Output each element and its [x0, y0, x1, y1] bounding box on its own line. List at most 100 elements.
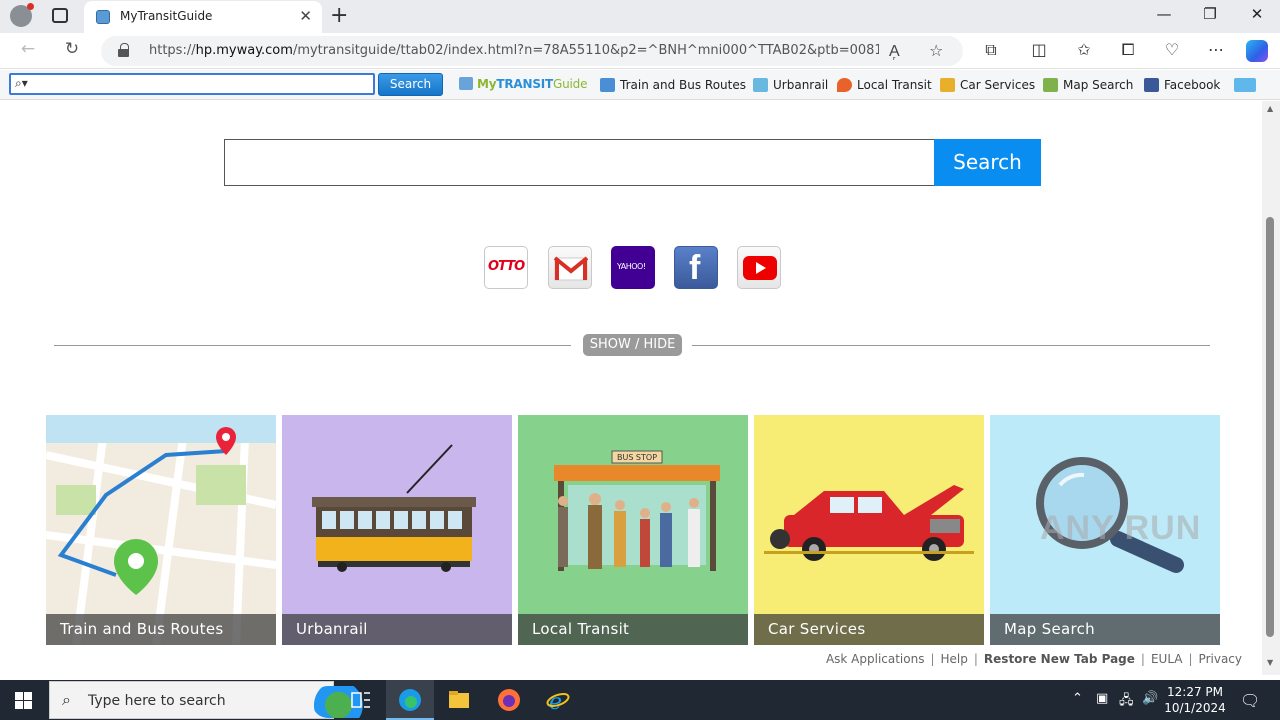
tile-train-bus-routes[interactable]: Train and Bus Routes: [46, 415, 276, 645]
toolbar-link-train-bus-routes[interactable]: Train and Bus Routes: [600, 78, 746, 92]
restore-icon[interactable]: ❐: [1187, 5, 1233, 23]
tram-illustration: [282, 415, 512, 645]
system-clock[interactable]: 12:27 PM 10/1/2024: [1160, 684, 1230, 716]
main-search-input[interactable]: [225, 140, 934, 185]
divider-right: [692, 345, 1210, 346]
main-search-box[interactable]: [224, 139, 935, 186]
location-pin-icon: [837, 78, 852, 92]
close-tab-icon[interactable]: ✕: [299, 7, 312, 25]
quicklink-youtube[interactable]: [737, 246, 781, 289]
navigation-bar: ← ↻ https://hp.myway.com/mytransitguide/…: [0, 33, 1280, 69]
tile-caption: Car Services: [754, 614, 984, 645]
taskbar-search-box[interactable]: ⌕ Type here to search: [49, 681, 378, 719]
bus-stop-illustration: BUS STOP: [518, 415, 748, 645]
favorites-icon[interactable]: ✩: [1072, 40, 1096, 59]
footer-eula[interactable]: EULA: [1151, 652, 1183, 666]
map-icon: [1043, 78, 1058, 92]
edge-icon[interactable]: [398, 688, 422, 712]
tab-title: MyTransitGuide: [120, 9, 213, 23]
back-icon[interactable]: ←: [15, 39, 41, 59]
clock-time: 12:27 PM: [1167, 685, 1223, 699]
firefox-icon[interactable]: [497, 688, 521, 712]
clock-date: 10/1/2024: [1164, 701, 1226, 715]
favorite-star-icon[interactable]: ☆: [929, 41, 943, 60]
quicklink-gmail[interactable]: [548, 246, 592, 289]
meet-now-icon[interactable]: ▣: [1096, 691, 1108, 706]
network-icon[interactable]: 🖧: [1119, 691, 1134, 713]
extensions-icon[interactable]: ⧉: [979, 40, 1003, 60]
lock-icon[interactable]: [118, 43, 129, 57]
notifications-icon[interactable]: 🗨: [1240, 691, 1260, 710]
main-search-button[interactable]: Search: [934, 139, 1041, 186]
toolbar-search-box[interactable]: ⌕▾: [9, 73, 375, 95]
taskbar-search-placeholder: Type here to search: [88, 693, 226, 709]
tile-urbanrail[interactable]: Urbanrail: [282, 415, 512, 645]
toolbar-link-car-services[interactable]: Car Services: [940, 78, 1035, 92]
gmail-icon: [553, 256, 589, 281]
new-tab-icon[interactable]: +: [330, 3, 348, 28]
minimize-icon[interactable]: —: [1141, 5, 1187, 23]
search-dropdown-icon[interactable]: ⌕▾: [15, 76, 28, 91]
windows-taskbar: ⌕ Type here to search e ⌃ ▣ 🖧 🔊 12:27 PM…: [0, 680, 1280, 720]
volume-icon[interactable]: 🔊: [1142, 691, 1158, 706]
youtube-icon: [743, 256, 777, 280]
myway-toolbar: ⌕▾ Search MyTRANSITGuide Train and Bus R…: [0, 70, 1280, 100]
bus-favicon-icon: [96, 10, 110, 24]
footer-restore-new-tab[interactable]: Restore New Tab Page: [984, 652, 1135, 666]
divider-left: [54, 345, 571, 346]
toolbar-search-button[interactable]: Search: [378, 73, 443, 96]
toolbar-link-local-transit[interactable]: Local Transit: [837, 78, 932, 92]
scroll-down-icon[interactable]: ▼: [1267, 658, 1273, 667]
tile-local-transit[interactable]: BUS STOP Local Transit: [518, 415, 748, 645]
tile-caption: Urbanrail: [282, 614, 512, 645]
more-menu-icon[interactable]: ⋯: [1204, 40, 1228, 59]
tram-icon: [753, 78, 768, 92]
scrollbar-thumb[interactable]: [1266, 217, 1274, 637]
read-aloud-icon[interactable]: A᷊: [889, 41, 900, 61]
refresh-icon[interactable]: ↻: [59, 39, 85, 59]
copilot-icon[interactable]: [1246, 40, 1268, 62]
footer-privacy[interactable]: Privacy: [1199, 652, 1242, 666]
toolbar-search-input[interactable]: [39, 76, 369, 92]
address-bar[interactable]: https://hp.myway.com/mytransitguide/ttab…: [101, 36, 963, 66]
footer-links: Ask Applications | Help | Restore New Tab Pa…: [825, 652, 1242, 666]
search-icon: ⌕: [62, 690, 71, 709]
mytransitguide-logo[interactable]: MyTRANSITGuide: [459, 77, 587, 91]
route-map-illustration: [46, 415, 276, 645]
file-explorer-icon[interactable]: [447, 688, 471, 712]
route-map-icon: [600, 78, 615, 92]
vertical-scrollbar[interactable]: ▲ ▼: [1262, 101, 1280, 675]
tab-mytransitguide[interactable]: MyTransitGuide ✕: [84, 1, 322, 33]
internet-explorer-icon[interactable]: e: [546, 688, 570, 715]
toolbar-link-map-search[interactable]: Map Search: [1043, 78, 1133, 92]
task-view-icon[interactable]: [349, 688, 373, 712]
profile-avatar-icon[interactable]: [10, 3, 34, 27]
anyrun-watermark: ANY RUN: [1040, 509, 1202, 547]
quicklink-yahoo[interactable]: YAHOO!: [611, 246, 655, 289]
split-screen-icon[interactable]: ◫: [1027, 40, 1051, 59]
show-hide-button[interactable]: SHOW / HIDE: [583, 334, 682, 356]
browser-essentials-icon[interactable]: ♡: [1160, 40, 1184, 59]
facebook-icon: [1144, 78, 1159, 92]
url-text[interactable]: https://hp.myway.com/mytransitguide/ttab…: [149, 43, 879, 58]
footer-ask-applications[interactable]: Ask Applications: [826, 652, 925, 666]
page-content: Search OTTO YAHOO! f SHOW / HIDE Train a…: [0, 101, 1262, 675]
show-hidden-icons-icon[interactable]: ⌃: [1072, 691, 1083, 706]
tile-caption: Local Transit: [518, 614, 748, 645]
quicklink-otto[interactable]: OTTO: [484, 246, 528, 289]
weather-icon[interactable]: [1234, 78, 1261, 92]
windows-start-icon[interactable]: [15, 692, 32, 709]
toolbar-link-urbanrail[interactable]: Urbanrail: [753, 78, 828, 92]
window-close-icon[interactable]: ✕: [1234, 5, 1280, 23]
toolbar-link-facebook[interactable]: Facebook: [1144, 78, 1220, 92]
quicklink-facebook[interactable]: f: [674, 246, 718, 289]
title-bar: MyTransitGuide ✕ + — ❐ ✕: [0, 0, 1280, 33]
scroll-up-icon[interactable]: ▲: [1267, 104, 1273, 113]
car-repair-illustration: [754, 415, 984, 645]
collections-icon[interactable]: ⧠: [1116, 40, 1140, 60]
tile-caption: Train and Bus Routes: [46, 614, 276, 645]
tab-actions-icon[interactable]: [52, 8, 68, 23]
tile-car-services[interactable]: Car Services: [754, 415, 984, 645]
footer-help[interactable]: Help: [941, 652, 968, 666]
bus-logo-icon: [459, 77, 473, 90]
